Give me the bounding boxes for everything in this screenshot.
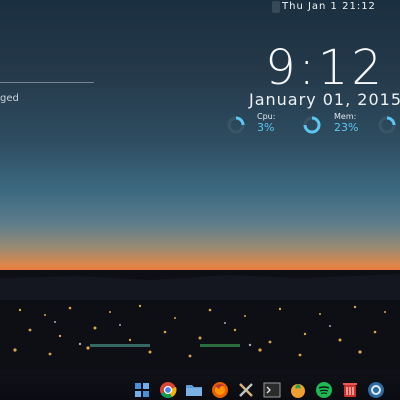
city-skyline: [0, 270, 400, 370]
trash-icon[interactable]: [340, 380, 360, 400]
dock: [132, 380, 400, 400]
vlc-icon[interactable]: [288, 380, 308, 400]
ring-icon: [227, 116, 245, 134]
topbar-clock[interactable]: Thu Jan 1 21:12: [272, 0, 400, 14]
left-widget: ged: [0, 82, 94, 107]
left-widget-text: ged: [0, 93, 19, 104]
terminal-icon[interactable]: [262, 380, 282, 400]
mem-value: 23%: [334, 121, 359, 134]
mem-label: Mem:: [334, 112, 357, 121]
extra-ring: [377, 113, 397, 137]
desktop-clock-time: 9:12: [265, 40, 385, 96]
mem-gauge: Mem: 23%: [332, 113, 377, 137]
ring-icon: [303, 116, 321, 134]
folder-icon[interactable]: [184, 380, 204, 400]
chrome-icon[interactable]: [158, 380, 178, 400]
ring-icon: [378, 116, 396, 134]
tools-icon[interactable]: [236, 380, 256, 400]
spotify-icon[interactable]: [314, 380, 334, 400]
desktop-clock-date: January 01, 2015: [249, 90, 400, 109]
settings-icon[interactable]: [366, 380, 386, 400]
cpu-value: 3%: [257, 121, 275, 134]
firefox-icon[interactable]: [210, 380, 230, 400]
cpu-gauge: Cpu: 3%: [255, 113, 300, 137]
grid-icon[interactable]: [132, 380, 152, 400]
cpu-label: Cpu:: [257, 112, 276, 121]
mem-ring: [302, 113, 327, 137]
gauge-ring-decoration: [226, 113, 246, 137]
